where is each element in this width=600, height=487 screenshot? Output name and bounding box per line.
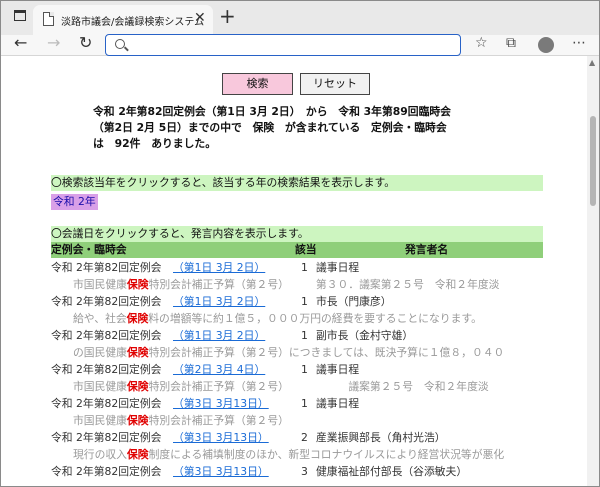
excerpt-text: 制度による補填制度のほか、新型コロナウイルスにより経営状況等が悪化 [148,448,505,461]
table-row: 令和 2年第82回定例会 （第3日 3月13日） 3 健康福祉部付部長（谷添敏夫） [51,463,571,480]
hit-count: 1 [301,295,308,308]
table-row: 令和 2年第82回定例会 （第1日 3月 2日） 1 議事日程 [51,259,571,276]
session-name: 令和 2年第82回定例会 [51,295,162,308]
excerpt-text: 市国民健康 [73,414,127,427]
year-link[interactable]: 令和 2年 [51,194,98,210]
hit-count: 3 [301,465,308,478]
session-name: 令和 2年第82回定例会 [51,329,162,342]
table-row: 令和 2年第82回定例会 （第3日 3月13日） 2 産業振興部長（角村光浩） [51,429,571,446]
speaker-name: 議事日程 [316,261,360,274]
meeting-date-link[interactable]: （第2日 3月 4日） [173,361,265,378]
header-speaker: 発言者名 [405,243,449,256]
excerpt: 現行の収入保険制度による補填制度のほか、新型コロナウイルスにより経営状況等が悪化 [73,446,587,463]
page-content: 検索 リセット 令和 2年第82回定例会（第1日 3月 2日） から 令和 3年… [1,56,587,486]
reload-icon[interactable]: ↻ [79,33,92,52]
excerpt: 市国民健康保険特別会計補正予算（第２号） 議案第２５号 令和２年度淡 [73,378,587,395]
forward-icon[interactable]: → [47,33,60,52]
day-instruction: 〇会議日をクリックすると、発言内容を表示します。 [51,226,543,242]
excerpt-text: 料の増額等に約１億５，０００万円の経費を要することになります。 [148,312,482,325]
table-row: 令和 2年第82回定例会 （第2日 3月 4日） 1 議事日程 [51,361,571,378]
meeting-date-link[interactable]: （第1日 3月 2日） [173,259,265,276]
keyword-highlight: 保険 [126,448,149,461]
summary-line: は 92件 ありました。 [93,137,216,150]
excerpt-text: 特別会計補正予算（第２号） 第３０．議案第２５号 令和２年度淡 [148,278,500,291]
meeting-date-link[interactable]: （第1日 3月 2日） [173,293,265,310]
speaker-name: 議事日程 [316,397,360,410]
table-row: 令和 2年第82回定例会 （第1日 3月 2日） 1 市長（門康彦） [51,293,571,310]
excerpt-text: 市国民健康 [73,278,127,291]
hit-count: 1 [301,261,308,274]
keyword-highlight: 保険 [126,346,149,359]
excerpt-text: 特別会計補正予算（第２号）につきましては、既決予算に１億８，０４０ [148,346,505,359]
tab-bar: 淡路市議会/会議録検索システム ✕ + [1,1,599,35]
speaker-name: 市長（門康彦） [316,295,392,308]
table-row: 令和 2年第82回定例会 （第1日 3月 2日） 1 副市長（金村守雄） [51,327,571,344]
session-name: 令和 2年第82回定例会 [51,363,162,376]
hit-count: 1 [301,329,308,342]
vertical-scrollbar[interactable]: ▲ [587,56,599,486]
new-tab-icon[interactable]: + [219,4,236,28]
tab-actions-icon[interactable] [14,10,26,21]
back-icon[interactable]: ← [14,33,27,52]
search-summary: 令和 2年第82回定例会（第1日 3月 2日） から 令和 3年第89回臨時会 … [93,104,503,152]
profile-avatar[interactable] [538,37,554,53]
tab-title: 淡路市議会/会議録検索システム [61,17,205,28]
meeting-date-link[interactable]: （第3日 3月13日） [173,463,269,480]
speaker-name: 健康福祉部付部長（谷添敏夫） [316,465,468,478]
keyword-highlight: 保険 [126,414,149,427]
reset-button[interactable]: リセット [300,73,370,95]
session-name: 令和 2年第82回定例会 [51,397,162,410]
excerpt: 市国民健康保険特別会計補正予算（第２号） [73,412,587,429]
table-header: 定例会・臨時会 該当 発言者名 [51,242,543,258]
meeting-date-link[interactable]: （第3日 3月13日） [173,429,269,446]
header-count: 該当 [295,243,317,256]
speaker-name: 産業振興部長（角村光浩） [316,431,446,444]
keyword-highlight: 保険 [126,312,149,325]
speaker-name: 副市長（金村守雄） [316,329,414,342]
address-bar[interactable] [105,34,461,56]
hit-count: 1 [301,397,308,410]
speaker-name: 議事日程 [316,363,360,376]
session-name: 令和 2年第82回定例会 [51,431,162,444]
browser-window: 淡路市議会/会議録検索システム ✕ + ← → ↻ ☆ ⧉ ⋯ 検索 リセット … [0,0,600,487]
keyword-highlight: 保険 [126,278,149,291]
hit-count: 2 [301,431,308,444]
excerpt-text: 特別会計補正予算（第２号） 議案第２５号 令和２年度淡 [148,380,489,393]
search-icon [115,39,125,49]
close-tab-icon[interactable]: ✕ [194,10,206,26]
excerpt-text: 市国民健康 [73,380,127,393]
session-name: 令和 2年第82回定例会 [51,261,162,274]
session-name: 令和 2年第82回定例会 [51,465,162,478]
summary-line: 令和 2年第82回定例会（第1日 3月 2日） から 令和 3年第89回臨時会 [93,105,451,118]
more-menu-icon[interactable]: ⋯ [572,35,586,51]
header-session: 定例会・臨時会 [51,243,127,256]
collections-icon[interactable]: ⧉ [506,35,516,51]
search-button[interactable]: 検索 [222,73,293,95]
excerpt-text: 給や、社会 [73,312,127,325]
excerpt: 市国民健康保険特別会計補正予算（第２号） 第３０．議案第２５号 令和２年度淡 [73,276,587,293]
favorite-icon[interactable]: ☆ [475,35,488,51]
excerpt-text: の国民健康 [73,346,127,359]
year-instruction: 〇検索該当年をクリックすると、該当する年の検索結果を表示します。 [51,175,543,191]
table-row: 令和 2年第82回定例会 （第3日 3月13日） 1 議事日程 [51,395,571,412]
meeting-date-link[interactable]: （第1日 3月 2日） [173,327,265,344]
meeting-date-link[interactable]: （第3日 3月13日） [173,395,269,412]
hit-count: 1 [301,363,308,376]
keyword-highlight: 保険 [126,380,149,393]
scroll-up-icon[interactable]: ▲ [589,58,595,67]
summary-line: （第2日 2月 5日）までの中で 保険 が含まれている 定例会・臨時会 [93,121,447,134]
excerpt: 給や、社会保険料の増額等に約１億５，０００万円の経費を要することになります。 [73,310,587,327]
page-icon [43,12,54,26]
scroll-thumb[interactable] [590,116,596,206]
active-tab[interactable]: 淡路市議会/会議録検索システム ✕ [33,5,213,35]
excerpt: の国民健康保険特別会計補正予算（第２号）につきましては、既決予算に１億８，０４０ [73,344,587,361]
toolbar: ← → ↻ ☆ ⧉ ⋯ [1,33,599,56]
excerpt-text: 現行の収入 [73,448,127,461]
excerpt-text: 特別会計補正予算（第２号） [148,414,289,427]
